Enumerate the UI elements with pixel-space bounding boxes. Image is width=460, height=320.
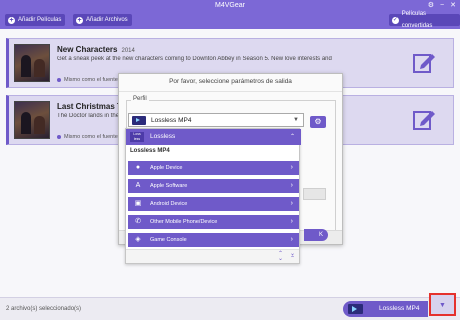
dialog-title: Por favor, seleccione parámetros de sali… <box>169 78 292 85</box>
app-title: M4VGear <box>215 2 245 9</box>
profile-dropdown: Loss less Lossless ⌃ Lossless MP4 ● Appl… <box>125 128 301 264</box>
video-format-icon <box>348 304 363 314</box>
chevron-down-icon: ▼ <box>293 117 299 123</box>
profile-select[interactable]: Lossless MP4 ▼ <box>128 113 304 127</box>
add-files-button[interactable]: + Añadir Archivos <box>73 14 132 26</box>
category-android-device[interactable]: ▣ Android Device › <box>128 197 299 211</box>
edit-icon[interactable] <box>411 107 437 133</box>
chevron-right-icon: › <box>290 236 293 243</box>
title-bar: M4VGear ⚙ − ✕ <box>0 0 460 11</box>
add-movies-label: Añadir Películas <box>18 17 62 23</box>
output-format-dropdown-button[interactable]: ▼ <box>429 293 456 316</box>
plus-icon: + <box>76 16 83 24</box>
dialog-secondary-button[interactable] <box>303 188 326 200</box>
category-apple-software[interactable]: A Apple Software › <box>128 179 299 193</box>
chevron-up-icon: ⌃ <box>289 134 295 140</box>
item-year: 2014 <box>121 48 135 54</box>
gear-icon: ⚙ <box>314 117 322 126</box>
collapse-all-icon[interactable]: ⌃ ⌄ <box>278 251 283 262</box>
plus-icon: + <box>8 16 15 24</box>
item-title: New Characters 2014 <box>57 45 135 54</box>
category-game-console[interactable]: ◈ Game Console › <box>128 233 299 247</box>
check-circle-icon: ✓ <box>392 16 399 24</box>
dot-icon <box>57 135 61 139</box>
converted-movies-button[interactable]: ✓ Películas convertidas <box>389 11 460 29</box>
output-format-label: Lossless MP4 <box>379 305 420 312</box>
category-label: Lossless <box>150 133 176 140</box>
selected-count: 2 archivo(s) seleccionado(s) <box>6 306 82 312</box>
ok-button[interactable]: K <box>304 229 328 241</box>
chevron-right-icon: › <box>290 200 293 207</box>
item-output-setting: Mismo como el fuente <box>57 134 118 140</box>
expand-all-icon[interactable]: ⌄ ⌃ <box>290 251 295 262</box>
dropdown-footer: ⌃ ⌄ ⌄ ⌃ <box>126 249 299 263</box>
gamepad-icon: ◈ <box>135 236 141 243</box>
toolbar: + Añadir Películas + Añadir Archivos ✓ P… <box>0 11 460 29</box>
category-label: Other Mobile Phone/Device <box>150 219 218 225</box>
category-apple-device[interactable]: ● Apple Device › <box>128 161 299 175</box>
movie-thumbnail <box>14 44 50 82</box>
chevron-right-icon: › <box>290 182 293 189</box>
category-label: Game Console <box>150 237 187 243</box>
add-files-label: Añadir Archivos <box>86 17 128 23</box>
status-bar: 2 archivo(s) seleccionado(s) Lossless MP… <box>0 297 460 320</box>
edit-icon[interactable] <box>411 50 437 76</box>
video-format-icon <box>132 116 146 125</box>
divider <box>119 91 342 92</box>
app-store-icon: A <box>135 182 141 189</box>
category-label: Apple Device <box>150 165 183 171</box>
chevron-right-icon: › <box>290 218 293 225</box>
output-format-button[interactable]: Lossless MP4 <box>343 301 428 317</box>
dot-icon <box>57 78 61 82</box>
option-lossless-mp4[interactable]: Lossless MP4 <box>130 148 170 154</box>
profile-label: Perfil <box>131 96 149 102</box>
profile-settings-button[interactable]: ⚙ <box>310 116 326 128</box>
category-lossless[interactable]: Loss less Lossless ⌃ <box>126 129 301 145</box>
phone-icon: ✆ <box>135 218 141 225</box>
chevron-right-icon: › <box>290 164 293 171</box>
profile-select-value: Lossless MP4 <box>151 117 192 124</box>
category-label: Android Device <box>150 201 188 207</box>
category-label: Apple Software <box>150 183 188 189</box>
movie-thumbnail <box>14 101 50 139</box>
add-movies-button[interactable]: + Añadir Películas <box>5 14 66 26</box>
chevron-down-icon: ▼ <box>439 302 446 309</box>
lossless-badge-icon: Loss less <box>130 132 144 142</box>
item-output-setting: Mismo como el fuente <box>57 77 118 83</box>
category-other-mobile[interactable]: ✆ Other Mobile Phone/Device › <box>128 215 299 229</box>
apple-icon: ● <box>135 164 141 171</box>
android-icon: ▣ <box>134 200 142 207</box>
item-description: Get a sneak peek at the new characters c… <box>57 56 332 62</box>
